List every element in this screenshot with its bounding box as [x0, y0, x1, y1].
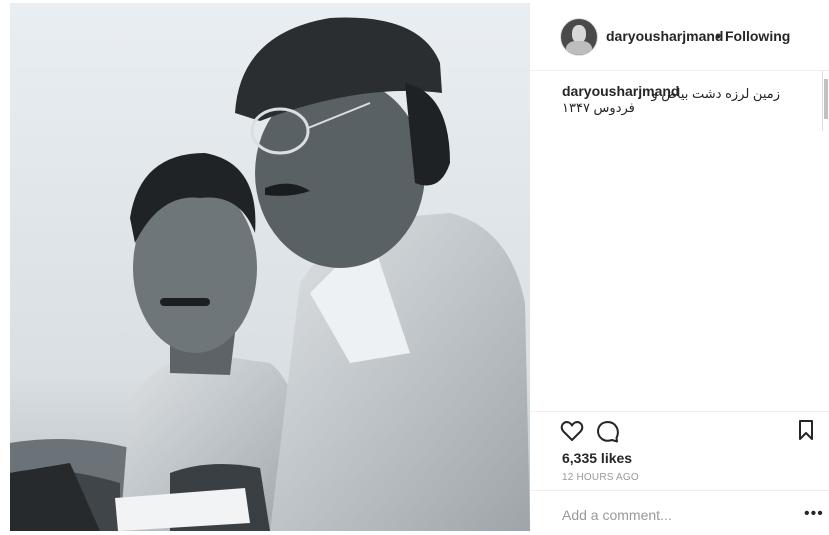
- header-separator: •: [716, 28, 721, 44]
- avatar-body: [566, 41, 592, 55]
- caption-area: daryousharjmand زمین لرزه دشت بیاض و فرد…: [530, 71, 829, 411]
- add-comment-input[interactable]: Add a comment...: [562, 507, 672, 523]
- comment-section: Add a comment... •••: [530, 490, 829, 535]
- scrollbar-thumb[interactable]: [824, 79, 828, 119]
- following-button[interactable]: Following: [725, 28, 790, 44]
- likes-count[interactable]: 6,335 likes: [562, 450, 632, 466]
- heart-icon[interactable]: [560, 420, 584, 447]
- instagram-post: daryousharjmand • Following daryousharjm…: [0, 0, 829, 534]
- post-header: daryousharjmand • Following: [530, 0, 829, 71]
- avatar[interactable]: [560, 18, 598, 56]
- more-options-icon[interactable]: •••: [804, 505, 824, 523]
- black-and-white-photo: [10, 3, 530, 531]
- post-sidebar: daryousharjmand • Following daryousharjm…: [530, 0, 829, 534]
- post-photo[interactable]: [10, 3, 530, 531]
- post-timestamp[interactable]: 12 HOURS AGO: [562, 472, 639, 483]
- caption-text-line2: فردوس ۱۳۴۷: [562, 100, 635, 115]
- action-bar: [530, 411, 829, 452]
- comment-bubble-icon[interactable]: [596, 420, 620, 449]
- bookmark-icon[interactable]: [798, 420, 814, 445]
- caption-scrollbar[interactable]: [822, 71, 829, 131]
- header-username-link[interactable]: daryousharjmand: [606, 28, 723, 44]
